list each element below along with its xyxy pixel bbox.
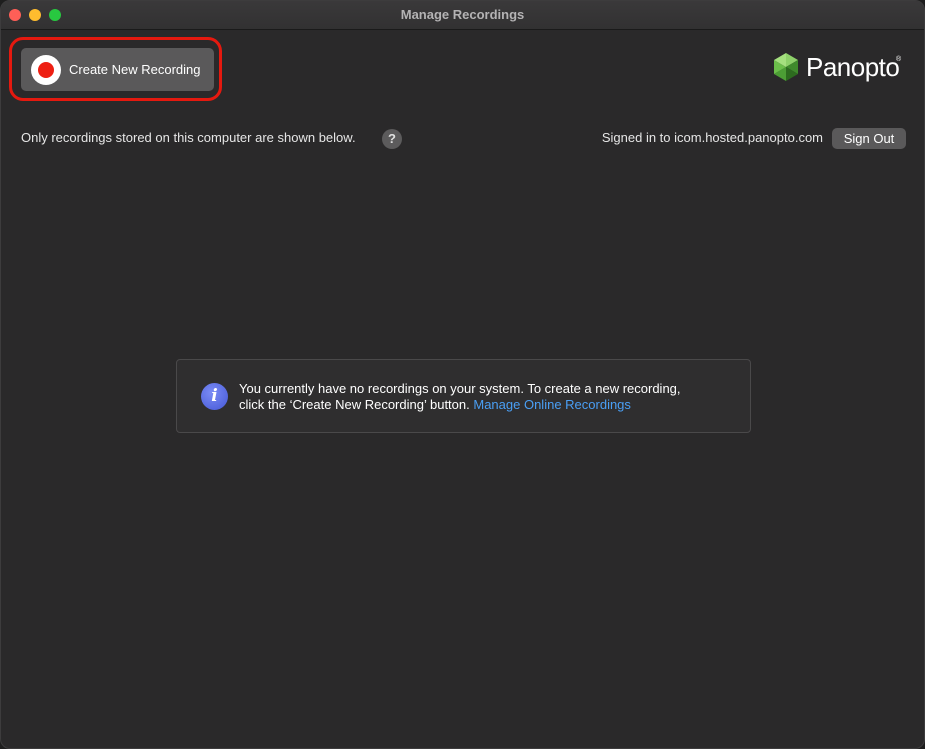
title-bar: Manage Recordings xyxy=(1,1,924,30)
trademark-mark: ® xyxy=(896,56,902,63)
app-window: Manage Recordings Create New Recording P… xyxy=(0,0,925,749)
record-dot xyxy=(38,62,54,78)
local-recordings-notice: Only recordings stored on this computer … xyxy=(21,130,356,145)
panopto-logo: Panopto ® xyxy=(772,52,902,82)
empty-state-line-1: You currently have no recordings on your… xyxy=(239,381,681,396)
create-new-recording-button[interactable]: Create New Recording xyxy=(21,48,214,91)
create-new-recording-label: Create New Recording xyxy=(69,62,201,77)
help-button[interactable]: ? xyxy=(382,129,402,149)
empty-state-panel: i You currently have no recordings on yo… xyxy=(176,359,751,433)
sign-out-button[interactable]: Sign Out xyxy=(832,128,906,149)
window-title: Manage Recordings xyxy=(400,7,525,22)
panopto-logo-text: Panopto xyxy=(806,52,900,82)
record-icon xyxy=(31,55,61,85)
empty-state-message: You currently have no recordings on your… xyxy=(239,381,739,413)
signed-in-status: Signed in to icom.hosted.panopto.com xyxy=(601,130,823,145)
empty-state-line-2: click the ‘Create New Recording’ button. xyxy=(239,397,470,412)
manage-online-recordings-link[interactable]: Manage Online Recordings xyxy=(473,397,631,412)
panopto-logo-icon xyxy=(774,53,798,81)
info-icon: i xyxy=(201,383,228,410)
